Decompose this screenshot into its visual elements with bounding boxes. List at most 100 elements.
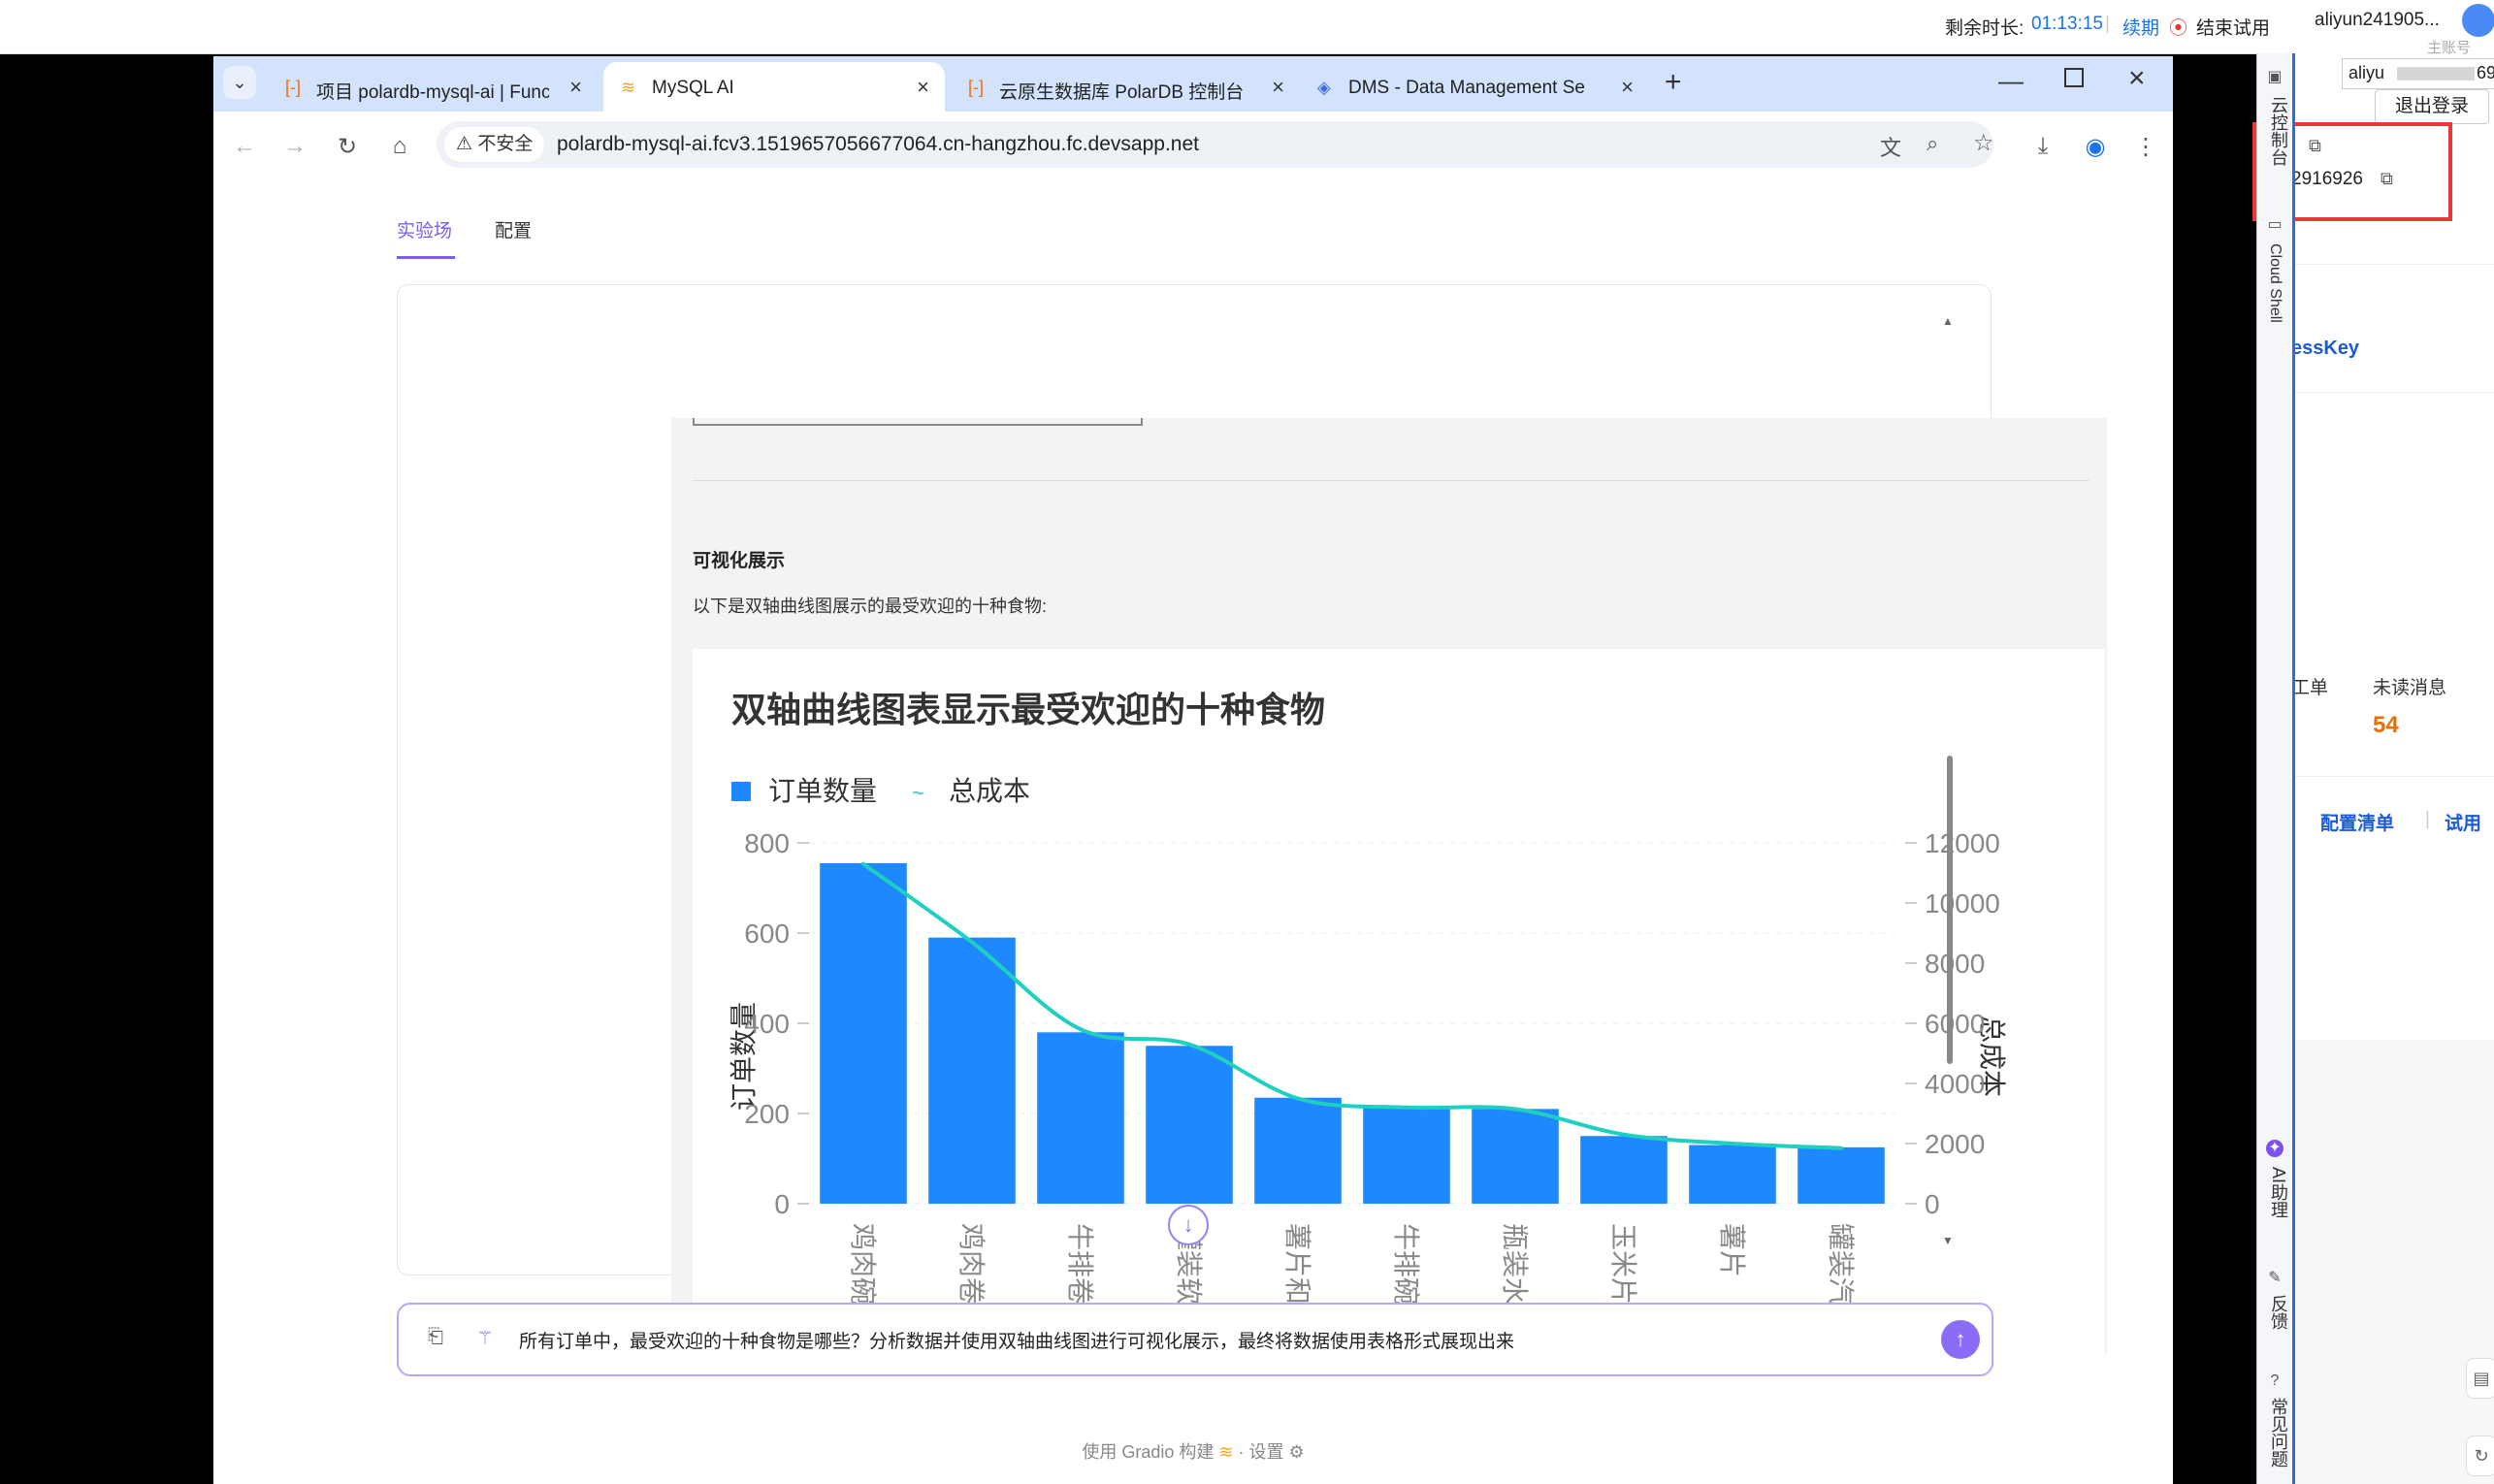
copy-icon[interactable]: ⧉ bbox=[2381, 169, 2393, 189]
line-point[interactable] bbox=[1839, 1145, 1843, 1150]
bar[interactable] bbox=[1689, 1145, 1776, 1204]
maximize-button[interactable] bbox=[2064, 68, 2084, 87]
document-icon[interactable]: ▤ bbox=[2466, 1358, 2494, 1399]
copy-icon[interactable]: ⧉ bbox=[2309, 136, 2321, 156]
tab-label: 云原生数据库 PolarDB 控制台 bbox=[999, 82, 1245, 103]
bar[interactable] bbox=[1037, 1032, 1124, 1204]
y-tick-label: 600 bbox=[744, 919, 790, 949]
home-icon[interactable]: ⌂ bbox=[386, 133, 413, 160]
bar[interactable] bbox=[1472, 1109, 1559, 1204]
forward-icon[interactable]: → bbox=[281, 133, 308, 160]
close-icon[interactable]: × bbox=[917, 75, 929, 100]
translate-icon[interactable]: 文 bbox=[1880, 131, 1901, 162]
bar[interactable] bbox=[1254, 1097, 1342, 1204]
rail-faq[interactable]: 常见问题 bbox=[2266, 1398, 2291, 1468]
line-point[interactable] bbox=[1513, 1107, 1517, 1112]
url-field[interactable]: ⚠ 不安全 polardb-mysql-ai.fcv3.151965705667… bbox=[437, 121, 1994, 168]
avatar[interactable] bbox=[2462, 4, 2494, 37]
bar[interactable] bbox=[1798, 1146, 1885, 1204]
work-order-label[interactable]: 工单 bbox=[2291, 673, 2328, 699]
rail-cloud-shell[interactable]: Cloud Shell bbox=[2266, 243, 2283, 323]
tab-dms[interactable]: ◈ DMS - Data Management Se × bbox=[1300, 62, 1649, 112]
tab-config[interactable]: 配置 bbox=[495, 216, 532, 242]
bookmark-star-icon[interactable]: ☆ bbox=[1973, 129, 1994, 157]
unread-label[interactable]: 未读消息 bbox=[2373, 673, 2446, 699]
close-window-button[interactable]: × bbox=[2128, 62, 2146, 95]
line-point[interactable] bbox=[861, 861, 865, 866]
rail-ai-assistant[interactable]: AI助理 bbox=[2266, 1167, 2291, 1218]
bar[interactable] bbox=[1363, 1107, 1450, 1204]
tab-mysql-ai[interactable]: ≋ MySQL AI × bbox=[603, 62, 945, 112]
config-list-link[interactable]: 配置清单 bbox=[2320, 809, 2394, 835]
rail-console[interactable]: 云控制台 bbox=[2266, 96, 2291, 166]
x-tick-label: 牛排卷‹ bbox=[1065, 1223, 1095, 1313]
minimize-button[interactable]: — bbox=[1998, 66, 2024, 96]
tab-label: MySQL AI bbox=[652, 78, 734, 98]
refresh-icon[interactable]: ↻ bbox=[2466, 1436, 2494, 1476]
legend-cost[interactable]: 总成本 bbox=[949, 776, 1030, 806]
scroll-to-bottom-icon[interactable]: ↓ bbox=[1168, 1205, 1209, 1245]
line-point[interactable] bbox=[1622, 1132, 1626, 1137]
tab-strip: ⌄ [-] 项目 polardb-mysql-ai | Funct × ≋ My… bbox=[213, 56, 2173, 112]
tab-label: 项目 polardb-mysql-ai | Funct bbox=[316, 82, 549, 103]
tab-polardb[interactable]: [-] 云原生数据库 PolarDB 控制台 × bbox=[951, 62, 1300, 112]
tab-playground[interactable]: 实验场 bbox=[397, 216, 452, 242]
bracket-icon: [-] bbox=[968, 78, 984, 97]
account-partial: aliyu bbox=[2348, 63, 2385, 82]
bar[interactable] bbox=[820, 862, 907, 1204]
bar[interactable] bbox=[928, 937, 1016, 1204]
tab-search-icon[interactable]: ⌄ bbox=[223, 66, 256, 99]
gradio-icon: ≋ bbox=[1218, 1442, 1239, 1462]
profile-icon[interactable]: ◉ bbox=[2082, 133, 2109, 161]
new-tab-button[interactable]: + bbox=[1665, 66, 1682, 99]
zoom-icon[interactable]: ⌕ bbox=[1927, 131, 1938, 156]
gradio-icon: ≋ bbox=[621, 78, 636, 97]
back-icon[interactable]: ← bbox=[231, 133, 258, 160]
rail-feedback[interactable]: 反馈 bbox=[2266, 1295, 2291, 1330]
download-icon[interactable]: ⤓ bbox=[2029, 133, 2057, 160]
reload-icon[interactable]: ↻ bbox=[334, 133, 361, 161]
help-icon: ? bbox=[2270, 1372, 2280, 1389]
end-trial-button[interactable]: 结束试用 bbox=[2196, 14, 2270, 40]
unread-count: 54 bbox=[2373, 712, 2399, 738]
chart-card: 双轴曲线图表显示最受欢迎的十种食物 订单数量 ~ 总成本 订单数量 总成本 02… bbox=[693, 649, 2105, 1354]
section-desc: 以下是双轴曲线图展示的最受欢迎的十种食物: bbox=[693, 597, 1047, 616]
legend-orders[interactable]: 订单数量 bbox=[768, 776, 877, 806]
tab-functions[interactable]: [-] 项目 polardb-mysql-ai | Funct × bbox=[268, 62, 598, 112]
access-key-link[interactable]: essKey bbox=[2291, 338, 2359, 360]
upload-icon[interactable]: ⎗ bbox=[428, 1326, 443, 1348]
terminal-icon: ▭ bbox=[2267, 216, 2283, 233]
built-with-gradio-link[interactable]: 使用 Gradio 构建 bbox=[1082, 1442, 1214, 1462]
scroll-up-icon[interactable]: ▲ bbox=[1942, 314, 1954, 328]
line-point[interactable] bbox=[1187, 1042, 1191, 1047]
scrollbar-thumb[interactable] bbox=[1947, 756, 1953, 1064]
logout-button[interactable]: 退出登录 bbox=[2375, 89, 2489, 124]
sub-account-label: 主账号 bbox=[2427, 40, 2472, 56]
line-point[interactable] bbox=[970, 940, 974, 945]
footer-separator: · bbox=[1238, 1442, 1245, 1462]
close-icon[interactable]: × bbox=[1621, 75, 1634, 100]
renew-link[interactable]: 续期 bbox=[2122, 14, 2159, 40]
security-chip[interactable]: ⚠ 不安全 bbox=[444, 127, 545, 162]
url-text[interactable]: polardb-mysql-ai.fcv3.1519657056677064.c… bbox=[557, 133, 1199, 156]
line-point[interactable] bbox=[1405, 1105, 1409, 1110]
bar[interactable] bbox=[1146, 1046, 1233, 1204]
dual-axis-chart: 双轴曲线图表显示最受欢迎的十种食物 订单数量 ~ 总成本 订单数量 总成本 02… bbox=[729, 690, 2007, 1332]
bar[interactable] bbox=[1580, 1136, 1668, 1204]
lab-top-bar: 剩余时长: 01:13:15 | 续期 ⦿ 结束试用 bbox=[0, 0, 2494, 54]
close-icon[interactable]: × bbox=[569, 75, 582, 100]
trial-link[interactable]: 试用 bbox=[2445, 809, 2481, 835]
menu-icon[interactable]: ⋮ bbox=[2132, 133, 2159, 161]
scroll-down-icon[interactable]: ▼ bbox=[1942, 1234, 1954, 1247]
chat-input[interactable]: 所有订单中，最受欢迎的十种食物是哪些？分析数据并使用双轴曲线图进行可视化展示，最… bbox=[519, 1327, 1514, 1353]
magic-wand-icon[interactable]: ⚚ bbox=[476, 1326, 494, 1350]
account-suffix: 69 bbox=[2477, 63, 2494, 82]
active-tab-indicator bbox=[397, 256, 455, 259]
line-point[interactable] bbox=[1296, 1096, 1300, 1101]
send-button[interactable]: ↑ bbox=[1941, 1320, 1980, 1359]
close-icon[interactable]: × bbox=[1272, 75, 1284, 100]
line-point[interactable] bbox=[1731, 1142, 1734, 1145]
settings-link[interactable]: 设置 bbox=[1249, 1442, 1284, 1462]
line-point[interactable] bbox=[1079, 1027, 1083, 1032]
y-tick-label: 400 bbox=[744, 1009, 790, 1039]
